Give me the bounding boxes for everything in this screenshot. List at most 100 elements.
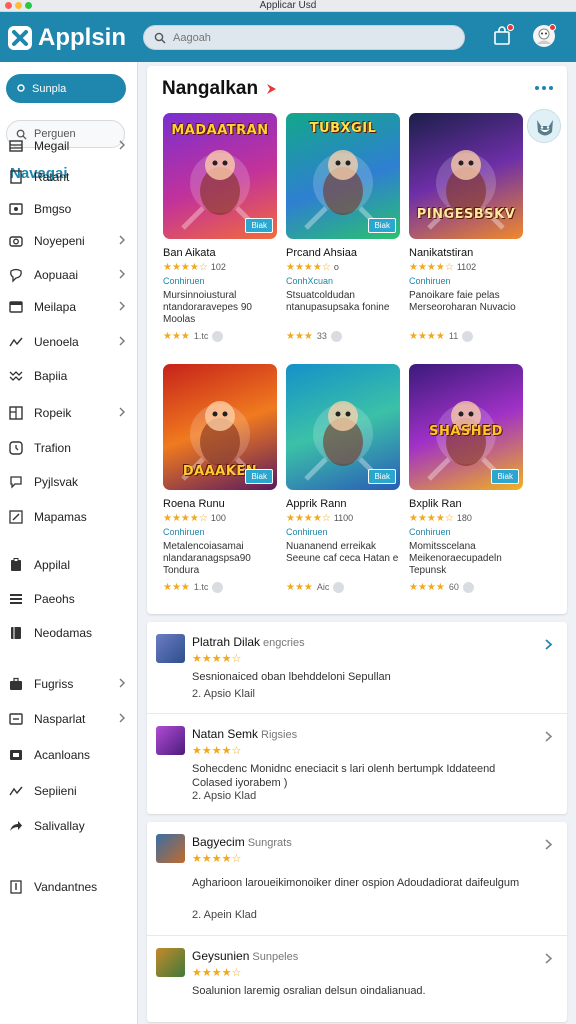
sidebar-item-megail[interactable]: Megail: [0, 132, 138, 160]
app-name: Bxplik Ran: [409, 498, 462, 510]
app-artwork[interactable]: MADAATRAN Biak: [163, 113, 277, 239]
review-meta: 2. Apsio Klad: [192, 790, 257, 802]
chevron-right-icon[interactable]: [544, 952, 553, 965]
chevron-right-icon[interactable]: [544, 638, 553, 651]
footer-count: 33: [316, 331, 327, 341]
sidebar-item-label: Bmgso: [34, 202, 72, 216]
sidebar-item-ratant[interactable]: Ratant: [0, 163, 138, 191]
app-footer: ★★★ 1.tc: [163, 580, 277, 594]
share-icon: [8, 818, 24, 834]
sidebar-item-acanloans[interactable]: Acanloans: [0, 741, 138, 769]
app-card[interactable]: TUBXGIL Biak Prcand Ahsiaa ★★★★☆ o ConhXcuan S…: [286, 113, 400, 343]
sidebar-primary-label: Sunpla: [32, 82, 67, 95]
columns-icon: [8, 405, 24, 421]
sidebar-item-label: Sepiieni: [34, 784, 77, 798]
chevron-right-icon[interactable]: [544, 730, 553, 743]
chevron-right-icon: [118, 406, 126, 421]
app-artwork[interactable]: PINGESBSKV: [409, 113, 523, 239]
app-developer: ConhXcuan: [286, 276, 334, 286]
rating-stars: ★★★★☆: [286, 513, 331, 524]
review-meta: 2. Apsio Klail: [192, 688, 255, 700]
app-card[interactable]: PINGESBSKV Nanikatstiran ★★★★☆ 1102 Conhirue…: [409, 113, 523, 343]
sidebar-item-trafion[interactable]: Trafion: [0, 434, 138, 462]
sidebar-item-salivallay[interactable]: Salivallay: [0, 812, 138, 840]
review-item[interactable]: Natan Semk Rigsies ★★★★☆ Sohecdenc Monidn…: [147, 714, 567, 814]
sparkle-icon: [17, 84, 25, 92]
panel-avatar[interactable]: [527, 109, 561, 143]
sidebar-item-bapiia[interactable]: Bapiia: [0, 362, 138, 390]
info-icon[interactable]: [462, 581, 474, 593]
more-options-button[interactable]: [535, 86, 553, 90]
info-icon[interactable]: [212, 330, 224, 342]
app-developer: Conhiruen: [409, 527, 451, 537]
review-stars: ★★★★☆: [192, 967, 242, 979]
review-item[interactable]: Bagyecim Sungrats ★★★★☆ Agharioon larouei…: [147, 822, 567, 936]
review-stars: ★★★★☆: [192, 653, 242, 665]
rating-stars: ★★★★☆: [409, 262, 454, 273]
app-card[interactable]: Biak Apprik Rann ★★★★☆ 1100 Conhiruen Nuanane…: [286, 364, 400, 594]
sidebar-item-appilal[interactable]: Appilal: [0, 551, 138, 579]
app-artwork[interactable]: Biak: [286, 364, 400, 490]
sidebar-item-ropeik[interactable]: Ropeik: [0, 399, 138, 427]
app-card[interactable]: SHASHED Biak Bxplik Ran ★★★★☆ 180 Conhiruen Mo…: [409, 364, 523, 594]
info-icon[interactable]: [330, 330, 342, 342]
sidebar-item-sepiieni[interactable]: Sepiieni: [0, 777, 138, 805]
app-badge: Biak: [368, 469, 396, 484]
app-logo[interactable]: Applsin: [8, 24, 126, 52]
footer-count: 11: [448, 331, 459, 341]
info-icon[interactable]: [212, 581, 224, 593]
rating-value: 102: [210, 262, 226, 272]
sidebar-item-nasparlat[interactable]: Nasparlat: [0, 705, 138, 733]
rating-value: o: [333, 262, 339, 272]
sidebar-item-fugriss[interactable]: Fugriss: [0, 670, 138, 698]
info-icon[interactable]: [462, 330, 474, 342]
app-footer: ★★★ 1.tc: [163, 329, 277, 343]
footer-stars: ★★★: [286, 330, 313, 342]
app-rating: ★★★★☆ o: [286, 262, 400, 275]
sidebar-item-paeohs[interactable]: Paeohs: [0, 585, 138, 613]
sidebar-item-noyepeni[interactable]: Noyepeni: [0, 227, 138, 255]
app-developer: Conhiruen: [409, 276, 451, 286]
sidebar-item-bmgso[interactable]: Bmgso: [0, 195, 138, 223]
header-search[interactable]: [143, 25, 465, 50]
search-icon: [154, 32, 166, 43]
app-rating: ★★★★☆ 1100: [286, 513, 400, 526]
chevron-right-icon: [118, 139, 126, 154]
review-thumbnail: [156, 948, 185, 977]
chevron-right-icon: [118, 234, 126, 249]
clock-icon: [8, 440, 24, 456]
app-card[interactable]: MADAATRAN Biak Ban Aikata ★★★★☆ 102 Conhiruen…: [163, 113, 277, 343]
footer-stars: ★★★: [163, 330, 190, 342]
app-footer: ★★★ 33: [286, 329, 400, 343]
rating-value: 100: [210, 513, 226, 523]
app-artwork[interactable]: TUBXGIL Biak: [286, 113, 400, 239]
sidebar-item-meilapa[interactable]: Meilapa: [0, 293, 138, 321]
app-developer: Conhiruen: [286, 527, 328, 537]
app-badge: Biak: [245, 469, 273, 484]
app-art-title: TUBXGIL: [309, 121, 377, 136]
app-description: Momitsscelana Meikenoraecupadeln Tepunsk: [409, 541, 502, 576]
sidebar-item-pyjlsvak[interactable]: Pyjlsvak: [0, 468, 138, 496]
search-input[interactable]: [173, 31, 433, 44]
sidebar-item-uenoela[interactable]: Uenoela: [0, 328, 138, 356]
bag-button[interactable]: [488, 22, 516, 50]
notification-dot: [549, 24, 556, 31]
app-description: Mursinnoiustural ntandoraravepes 90 Mool…: [163, 290, 252, 325]
profile-button[interactable]: [530, 22, 558, 50]
review-item[interactable]: Geysunien Sunpeles ★★★★☆ Soalunion laremi…: [147, 936, 567, 1022]
sidebar-item-vandantnes[interactable]: Vandantnes: [0, 873, 138, 901]
review-item[interactable]: Platrah Dilak engcries ★★★★☆ Sesnionaiced…: [147, 622, 567, 714]
sidebar-item-label: Nasparlat: [34, 712, 86, 726]
chevron-right-icon[interactable]: [544, 838, 553, 851]
sidebar-item-aopuaai[interactable]: Aopuaai: [0, 261, 138, 289]
logo-icon: [8, 26, 32, 50]
app-card[interactable]: DAAAKEN Biak Roena Runu ★★★★☆ 100 Conhiruen Me…: [163, 364, 277, 594]
sidebar-primary-button[interactable]: Sunpla: [6, 74, 126, 103]
review-text: Agharioon laroueikimonoiker diner ospion…: [192, 877, 520, 889]
app-artwork[interactable]: DAAAKEN Biak: [163, 364, 277, 490]
sidebar-item-mapamas[interactable]: Mapamas: [0, 503, 138, 531]
app-art-title: PINGESBSKV: [416, 207, 516, 222]
sidebar-item-neodamas[interactable]: Neodamas: [0, 619, 138, 647]
info-icon[interactable]: [333, 581, 345, 593]
app-artwork[interactable]: SHASHED Biak: [409, 364, 523, 490]
